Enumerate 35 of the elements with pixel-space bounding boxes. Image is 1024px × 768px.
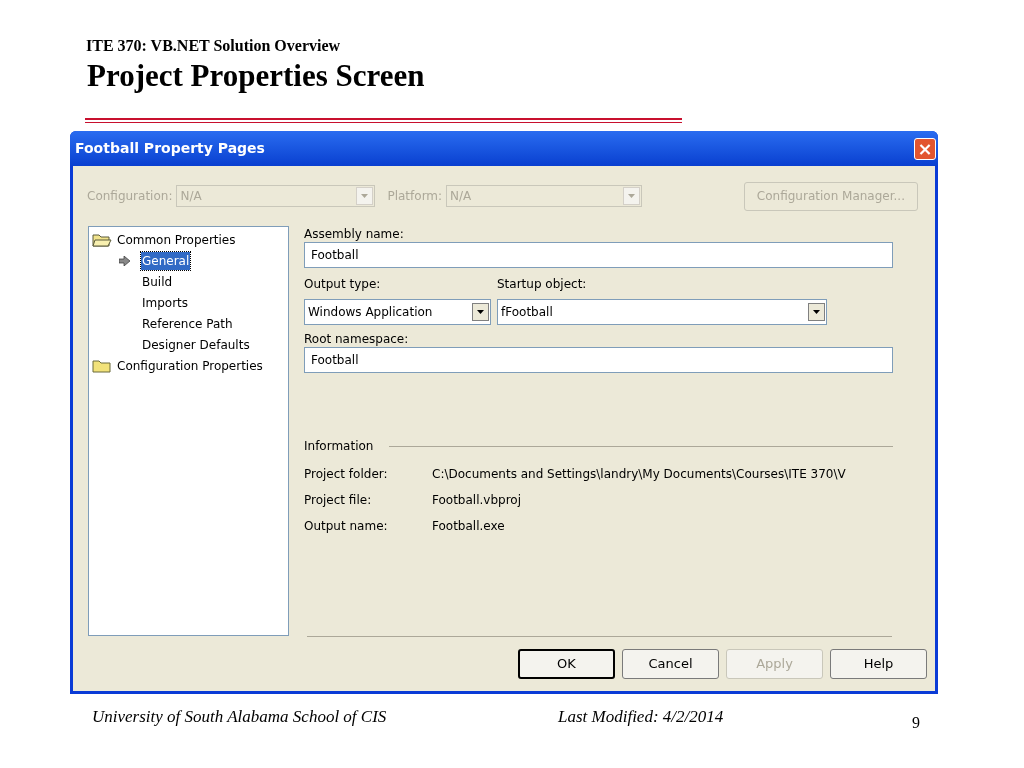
footer-date: Last Modified: 4/2/2014: [558, 706, 725, 728]
field-label: Startup object:: [497, 276, 588, 292]
slide-title: Project Properties Screen: [87, 58, 425, 93]
field-label: Output type:: [304, 276, 382, 292]
dialog-button[interactable]: Help: [830, 649, 927, 679]
tree-item[interactable]: Common Properties: [116, 230, 237, 249]
info-label: Output name:: [304, 518, 389, 535]
dialog-button[interactable]: OK: [518, 649, 615, 679]
tree-item[interactable]: General: [141, 251, 191, 270]
info-value: C:\Documents and Settings\landry\My Documents\Courses\ITE 370\V: [432, 466, 846, 483]
window-title: Football Property Pages: [75, 139, 265, 158]
tree-item[interactable]: Designer Defaults: [141, 335, 251, 354]
arrow-icon: [119, 255, 131, 266]
page-number: 9: [912, 713, 920, 733]
section-heading: Information: [304, 438, 374, 455]
close-button[interactable]: ×: [914, 137, 936, 160]
info-label: Project file:: [304, 492, 373, 509]
info-value: Football.exe: [432, 518, 505, 535]
tree-item[interactable]: Configuration Properties: [116, 356, 264, 375]
assembly-name-field[interactable]: Football: [304, 242, 893, 268]
info-label: Project folder:: [304, 466, 389, 483]
tree-item[interactable]: Build: [141, 272, 174, 291]
field-label: Assembly name:: [304, 226, 405, 242]
output-type-dropdown[interactable]: Windows Application: [304, 299, 491, 325]
tree-item[interactable]: Reference Path: [141, 314, 234, 333]
slide-header: ITE 370: VB.NET Solution Overview: [86, 37, 341, 54]
info-value: Football.vbproj: [432, 492, 521, 509]
startup-object-dropdown[interactable]: fFootball: [497, 299, 827, 325]
platform-label: Platform:: [387, 188, 443, 205]
configuration-label: Configuration:: [87, 188, 173, 205]
field-label: Root namespace:: [304, 331, 410, 347]
footer-text: University of South Alabama School of CIS: [92, 706, 388, 728]
root-namespace-field[interactable]: Football: [304, 347, 893, 373]
dialog-button[interactable]: Cancel: [622, 649, 719, 679]
tree-item[interactable]: Imports: [141, 293, 190, 312]
